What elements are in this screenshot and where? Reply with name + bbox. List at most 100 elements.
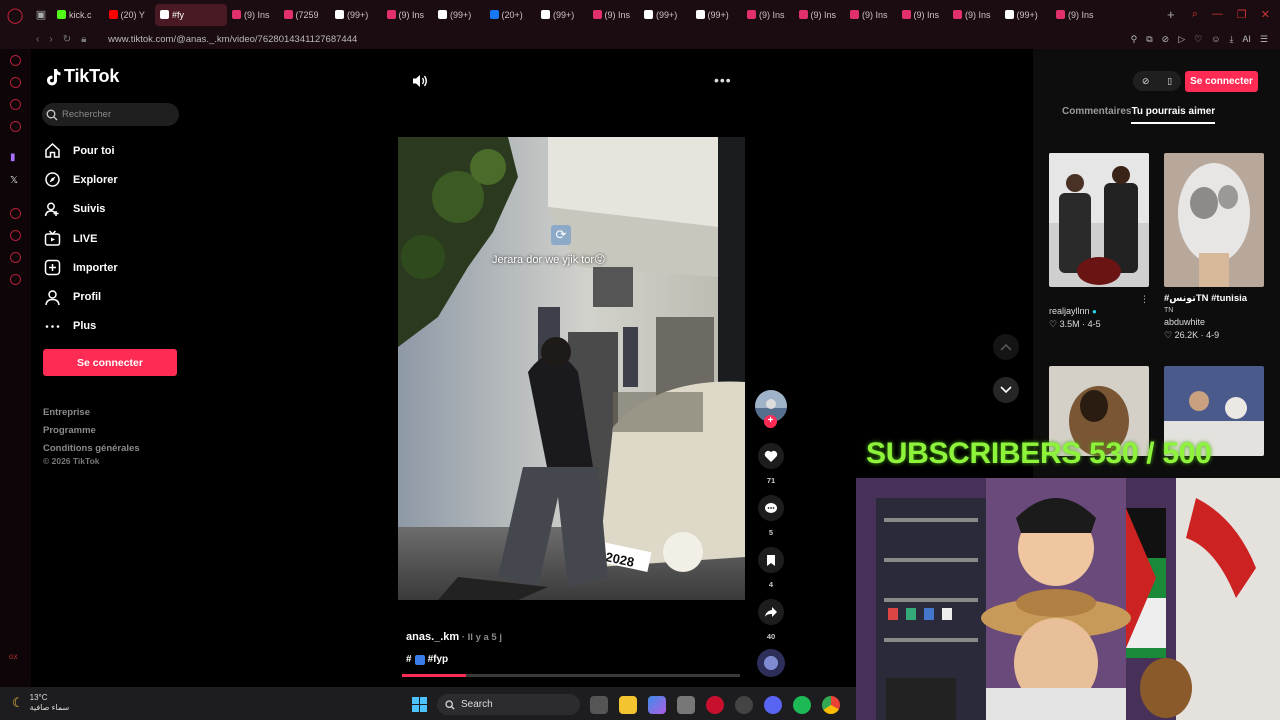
- nav-item-profile[interactable]: Profil: [44, 282, 118, 311]
- browser-tab[interactable]: (99+): [1000, 4, 1052, 26]
- history-icon[interactable]: [10, 230, 21, 241]
- browser-tab[interactable]: (99+): [639, 4, 691, 26]
- menu-icon[interactable]: ☰: [1260, 34, 1268, 45]
- start-button[interactable]: [412, 697, 427, 717]
- browser-tab[interactable]: (9) Ins: [845, 4, 897, 26]
- x-twitter-icon[interactable]: 𝕏: [10, 175, 18, 186]
- login-button[interactable]: Se connecter: [43, 349, 177, 376]
- maximize-icon[interactable]: ❐: [1237, 8, 1247, 21]
- suggested-video-card[interactable]: realjayllnn ● ♡ 3.5M · 4-5: [1049, 153, 1149, 330]
- copilot-icon[interactable]: [648, 696, 666, 714]
- next-video-button[interactable]: [993, 377, 1019, 403]
- link-icon[interactable]: ⊘: [1142, 76, 1150, 87]
- new-tab-icon[interactable]: +: [1160, 7, 1182, 22]
- follow-button[interactable]: +: [764, 415, 777, 428]
- extensions-icon[interactable]: [10, 252, 21, 263]
- forward-icon[interactable]: ›: [49, 34, 52, 45]
- search-input[interactable]: [62, 109, 172, 120]
- browser-tab[interactable]: kick.c: [52, 4, 104, 26]
- settings-icon[interactable]: [10, 274, 21, 285]
- tab-overview-icon[interactable]: ▣: [30, 8, 52, 21]
- browser-tab[interactable]: (9) Ins: [948, 4, 1000, 26]
- download-icon[interactable]: ⤓: [1229, 34, 1233, 45]
- url-field[interactable]: www.tiktok.com/@anas._.km/video/76280143…: [108, 34, 1131, 45]
- search-tabs-icon[interactable]: ⌕: [1192, 8, 1198, 21]
- play-icon[interactable]: ▷: [1178, 34, 1185, 45]
- share-button[interactable]: [758, 599, 784, 625]
- tab-comments[interactable]: Commentaires: [1062, 106, 1131, 124]
- heart-icon[interactable]: ♡: [1194, 34, 1202, 45]
- back-icon[interactable]: ‹: [36, 34, 39, 45]
- video-author[interactable]: anas._.km · Il y a 5 j: [406, 631, 502, 643]
- browser-tab[interactable]: (99+): [691, 4, 743, 26]
- browser-tab[interactable]: #fy: [155, 3, 227, 26]
- browser-tab[interactable]: (9) Ins: [382, 4, 434, 26]
- weather-widget[interactable]: ☾ 13°C سماء صافية: [12, 693, 69, 713]
- player-icon[interactable]: [10, 208, 21, 219]
- news-icon[interactable]: [10, 121, 21, 132]
- nav-item-home[interactable]: Pour toi: [44, 136, 118, 165]
- more-options-icon[interactable]: •••: [714, 72, 732, 88]
- footer-link-program[interactable]: Programme: [43, 422, 140, 440]
- like-button[interactable]: [758, 443, 784, 469]
- tiktok-logo[interactable]: TikTok: [45, 66, 119, 87]
- nav-item-following[interactable]: Suivis: [44, 195, 118, 224]
- workspace-icon[interactable]: [10, 77, 21, 88]
- browser-tab[interactable]: (99+): [433, 4, 485, 26]
- video-player[interactable]: 2028: [398, 137, 745, 600]
- tab-you-may-like[interactable]: Tu pourrais aimer: [1131, 106, 1216, 124]
- store-icon[interactable]: [677, 696, 695, 714]
- app-icon[interactable]: [735, 696, 753, 714]
- adblock-icon[interactable]: ⊘: [1162, 34, 1170, 45]
- close-icon[interactable]: ✕: [1261, 8, 1270, 21]
- browser-tab[interactable]: (9) Ins: [794, 4, 846, 26]
- save-button[interactable]: [758, 547, 784, 573]
- browser-tab[interactable]: (9) Ins: [742, 4, 794, 26]
- twitch-icon[interactable]: ▮: [10, 152, 16, 163]
- aria-icon[interactable]: [10, 55, 21, 66]
- browser-tab[interactable]: (99+): [330, 4, 382, 26]
- card-more-icon[interactable]: ⋮: [1140, 294, 1149, 305]
- browser-tab[interactable]: (9) Ins: [1051, 4, 1103, 26]
- suggested-video-card[interactable]: #تونسTN #tunisia TN abduwhite ♡ 26.2K · …: [1164, 153, 1264, 341]
- footer-link-enterprise[interactable]: Entreprise: [43, 404, 140, 422]
- card-username[interactable]: abduwhite: [1164, 317, 1264, 327]
- reload-icon[interactable]: ↻: [63, 34, 71, 45]
- video-thumbnail[interactable]: [1164, 153, 1264, 287]
- messenger-icon[interactable]: [10, 99, 21, 110]
- author-username[interactable]: anas._.km: [406, 631, 459, 643]
- browser-tab[interactable]: (20) Y: [104, 4, 156, 26]
- browser-tab[interactable]: (9) Ins: [897, 4, 949, 26]
- music-disc-icon[interactable]: [757, 649, 785, 677]
- minimize-icon[interactable]: —: [1212, 8, 1223, 21]
- browser-tab[interactable]: (9) Ins: [588, 4, 640, 26]
- volume-icon[interactable]: [412, 74, 428, 93]
- video-thumbnail[interactable]: [1049, 153, 1149, 287]
- browser-tab[interactable]: (9) Ins: [227, 4, 279, 26]
- phone-icon[interactable]: ▯: [1167, 76, 1172, 87]
- search-box[interactable]: [42, 103, 179, 126]
- right-login-button[interactable]: Se connecter: [1185, 71, 1258, 92]
- snapshot-icon[interactable]: ⧉: [1146, 34, 1152, 45]
- spotify-icon[interactable]: [793, 696, 811, 714]
- chrome-icon[interactable]: [822, 696, 840, 714]
- file-explorer-icon[interactable]: [619, 696, 637, 714]
- hashtag-fyp[interactable]: #fyp: [428, 654, 449, 665]
- nav-item-more[interactable]: Plus: [44, 312, 118, 341]
- browser-tab[interactable]: (99+): [536, 4, 588, 26]
- taskbar-search[interactable]: Search: [437, 694, 580, 715]
- task-view-icon[interactable]: [590, 696, 608, 714]
- pin-icon[interactable]: ⚲: [1131, 34, 1138, 45]
- card-username[interactable]: realjayllnn: [1049, 306, 1090, 316]
- nav-item-live[interactable]: LIVE: [44, 224, 118, 253]
- ai-button[interactable]: AI: [1242, 34, 1251, 45]
- browser-tab[interactable]: (7259: [279, 4, 331, 26]
- opera-logo-icon[interactable]: ◯: [0, 0, 30, 29]
- discord-icon[interactable]: [764, 696, 782, 714]
- video-progress-bar[interactable]: [402, 674, 740, 677]
- previous-video-button[interactable]: [993, 334, 1019, 360]
- comment-button[interactable]: [758, 495, 784, 521]
- nav-item-compass[interactable]: Explorer: [44, 165, 118, 194]
- opera-gx-icon[interactable]: [706, 696, 724, 714]
- browser-tab[interactable]: (20+): [485, 4, 537, 26]
